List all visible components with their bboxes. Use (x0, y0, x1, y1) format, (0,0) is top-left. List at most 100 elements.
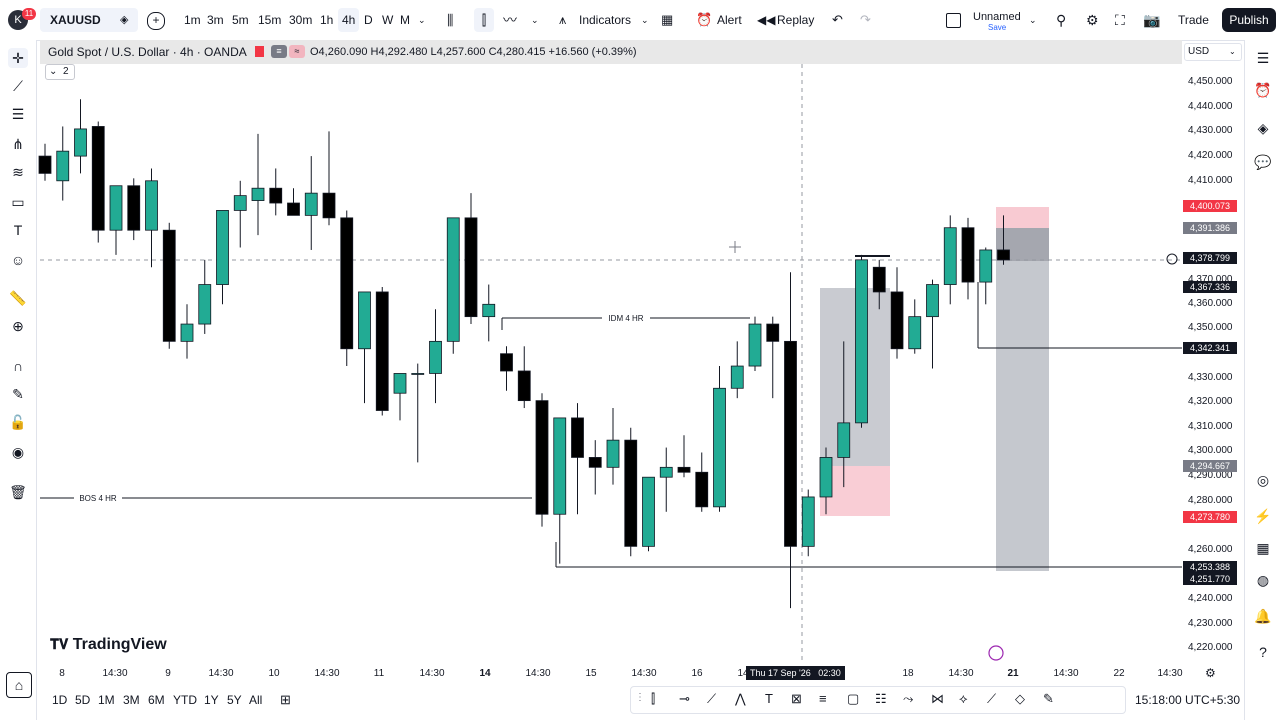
quick-fib-icon[interactable]: ≡ (819, 691, 827, 706)
replay-icon[interactable]: ◀◀ (757, 8, 775, 32)
trade-button[interactable]: Trade (1178, 8, 1209, 32)
save-label[interactable]: Save (988, 23, 1006, 32)
add-symbol-icon[interactable]: + (147, 12, 165, 30)
symbol-search[interactable]: XAUUSD ◈ (40, 8, 138, 32)
replay-button[interactable]: Replay (777, 8, 814, 32)
tradingview-logo[interactable]: 𝐓𝐕 TradingView (50, 636, 167, 654)
layout-checkbox[interactable] (946, 13, 961, 28)
bar-style-icon[interactable]: ⫼ (447, 8, 453, 32)
quick-search-icon[interactable]: ⚲ (1056, 8, 1066, 32)
layout-name[interactable]: Unnamed (973, 11, 1021, 23)
publish-button[interactable]: Publish (1222, 8, 1276, 32)
alert-button[interactable]: Alert (717, 8, 742, 32)
horizontal-lines-icon[interactable]: ☰ (8, 104, 28, 124)
pencil-lock-icon[interactable]: ✎ (8, 384, 28, 404)
flag-icon[interactable] (255, 46, 264, 57)
chart-type-dropdown-icon[interactable]: ⌄ (531, 8, 539, 32)
quick-brush-icon[interactable]: ✎ (1043, 691, 1054, 707)
interval-15m[interactable]: 15m (254, 8, 285, 32)
quick-wave-icon[interactable]: ⋀ (735, 691, 746, 707)
trend-line-icon[interactable]: ⟋ (8, 76, 28, 96)
ideas-icon[interactable]: ⚡ (1253, 506, 1273, 526)
price-chart[interactable]: BOS 4 HR IDM 4 HR (0, 0, 1280, 720)
interval-D[interactable]: D (360, 8, 377, 32)
interval-M[interactable]: M (396, 8, 414, 32)
calendar-icon[interactable]: ▦ (1253, 538, 1273, 558)
wave-icon[interactable]: ≈ (289, 45, 305, 58)
pitchfork-icon[interactable]: ⋔ (8, 134, 28, 154)
quick-channel-icon[interactable]: ☷ (875, 691, 887, 707)
text-icon[interactable]: T (8, 220, 28, 240)
fib-icon[interactable]: ≋ (8, 162, 28, 182)
templates-icon[interactable]: ▦ (661, 8, 673, 32)
emoji-icon[interactable]: ☺ (8, 250, 28, 270)
eye-toggle-icon[interactable]: ≡ (271, 45, 287, 58)
target-icon[interactable]: ◎ (1253, 470, 1273, 490)
quick-rect-icon[interactable]: ▢ (847, 691, 859, 707)
snapshot-icon[interactable]: 📷 (1143, 8, 1160, 32)
range-1D[interactable]: 1D (52, 686, 67, 714)
date-range-icon[interactable]: ⊞ (280, 686, 291, 714)
indicators-dropdown-icon[interactable]: ⌄ (641, 8, 649, 32)
interval-5m[interactable]: 5m (228, 8, 253, 32)
compare-icon[interactable]: ◈ (120, 8, 128, 32)
watchlist-icon[interactable]: ☰ (1253, 48, 1273, 68)
range-3M[interactable]: 3M (123, 686, 140, 714)
time-axis-settings-icon[interactable]: ⚙ (1205, 666, 1216, 680)
interval-30m[interactable]: 30m (285, 8, 316, 32)
currency-selector[interactable]: USD ⌄ (1184, 43, 1242, 61)
chat-icon[interactable]: 💬 (1253, 152, 1273, 172)
legend-title[interactable]: Gold Spot / U.S. Dollar · 4h · OANDA (48, 40, 247, 64)
range-1Y[interactable]: 1Y (204, 686, 219, 714)
fullscreen-icon[interactable]: ⛶ (1115, 8, 1125, 32)
layers-icon[interactable]: ◈ (1253, 118, 1273, 138)
stream-icon[interactable]: ◍ (1253, 570, 1273, 590)
range-YTD[interactable]: YTD (173, 686, 197, 714)
quick-measure-icon[interactable]: ⊠ (791, 691, 802, 707)
trash-icon[interactable]: 🗑 (8, 482, 28, 502)
quick-ray-icon[interactable]: ⟋ (987, 691, 996, 707)
drag-handle-icon[interactable]: ⋮ (635, 692, 645, 703)
interval-1m[interactable]: 1m (180, 8, 205, 32)
interval-W[interactable]: W (378, 8, 397, 32)
alert-icon[interactable]: ⏰ (696, 8, 712, 32)
quick-hline-icon[interactable]: ⊸ (679, 691, 690, 707)
range-5D[interactable]: 5D (75, 686, 90, 714)
quick-trendline-icon[interactable]: ⟋ (707, 691, 716, 707)
notifications-icon[interactable]: 🔔 (1253, 606, 1273, 626)
quick-text-icon[interactable]: T (765, 691, 773, 706)
indicators-button[interactable]: Indicators (579, 8, 631, 32)
undo-icon[interactable]: ↶ (832, 8, 843, 32)
range-6M[interactable]: 6M (148, 686, 165, 714)
candles-icon[interactable]: ⫿ (474, 8, 494, 32)
quick-projection-icon[interactable]: ⟡ (959, 691, 968, 707)
help-icon[interactable]: ? (1253, 642, 1273, 662)
zoom-in-icon[interactable]: ⊕ (8, 316, 28, 336)
clock[interactable]: 15:18:00 UTC+5:30 (1135, 686, 1240, 714)
quick-path-icon[interactable]: ⤳ (903, 691, 913, 707)
quick-shape-icon[interactable]: ◇ (1015, 691, 1025, 707)
ruler-icon[interactable]: 📏 (8, 288, 28, 308)
magnet-icon[interactable]: ∩ (8, 356, 28, 376)
interval-3m[interactable]: 3m (203, 8, 228, 32)
interval-1h[interactable]: 1h (316, 8, 337, 32)
range-1M[interactable]: 1M (98, 686, 115, 714)
layout-dropdown-icon[interactable]: ⌄ (1029, 8, 1037, 32)
interval-dropdown-icon[interactable]: ⌄ (418, 8, 426, 32)
indicator-collapse-toggle[interactable]: ⌄ 2 (45, 64, 75, 80)
crosshair-icon[interactable]: ✛ (8, 48, 28, 68)
range-All[interactable]: All (249, 686, 262, 714)
lock-icon[interactable]: 🔓 (8, 412, 28, 432)
range-5Y[interactable]: 5Y (227, 686, 242, 714)
redo-icon[interactable]: ↷ (860, 8, 871, 32)
settings-icon[interactable]: ⚙ (1086, 8, 1099, 32)
indicators-icon[interactable]: ⩚ (559, 8, 566, 32)
quick-candle-icon[interactable]: ⫿ (651, 691, 655, 707)
interval-4h[interactable]: 4h (338, 8, 360, 32)
alerts-icon[interactable]: ⏰ (1253, 80, 1273, 100)
object-tree-icon[interactable]: ⌂ (6, 672, 32, 698)
rectangle-icon[interactable]: ▭ (8, 192, 28, 212)
line-chart-icon[interactable]: 〰 (503, 8, 517, 32)
quick-elliott-icon[interactable]: ⋈ (931, 691, 944, 707)
eye-icon[interactable]: ◉ (8, 442, 28, 462)
